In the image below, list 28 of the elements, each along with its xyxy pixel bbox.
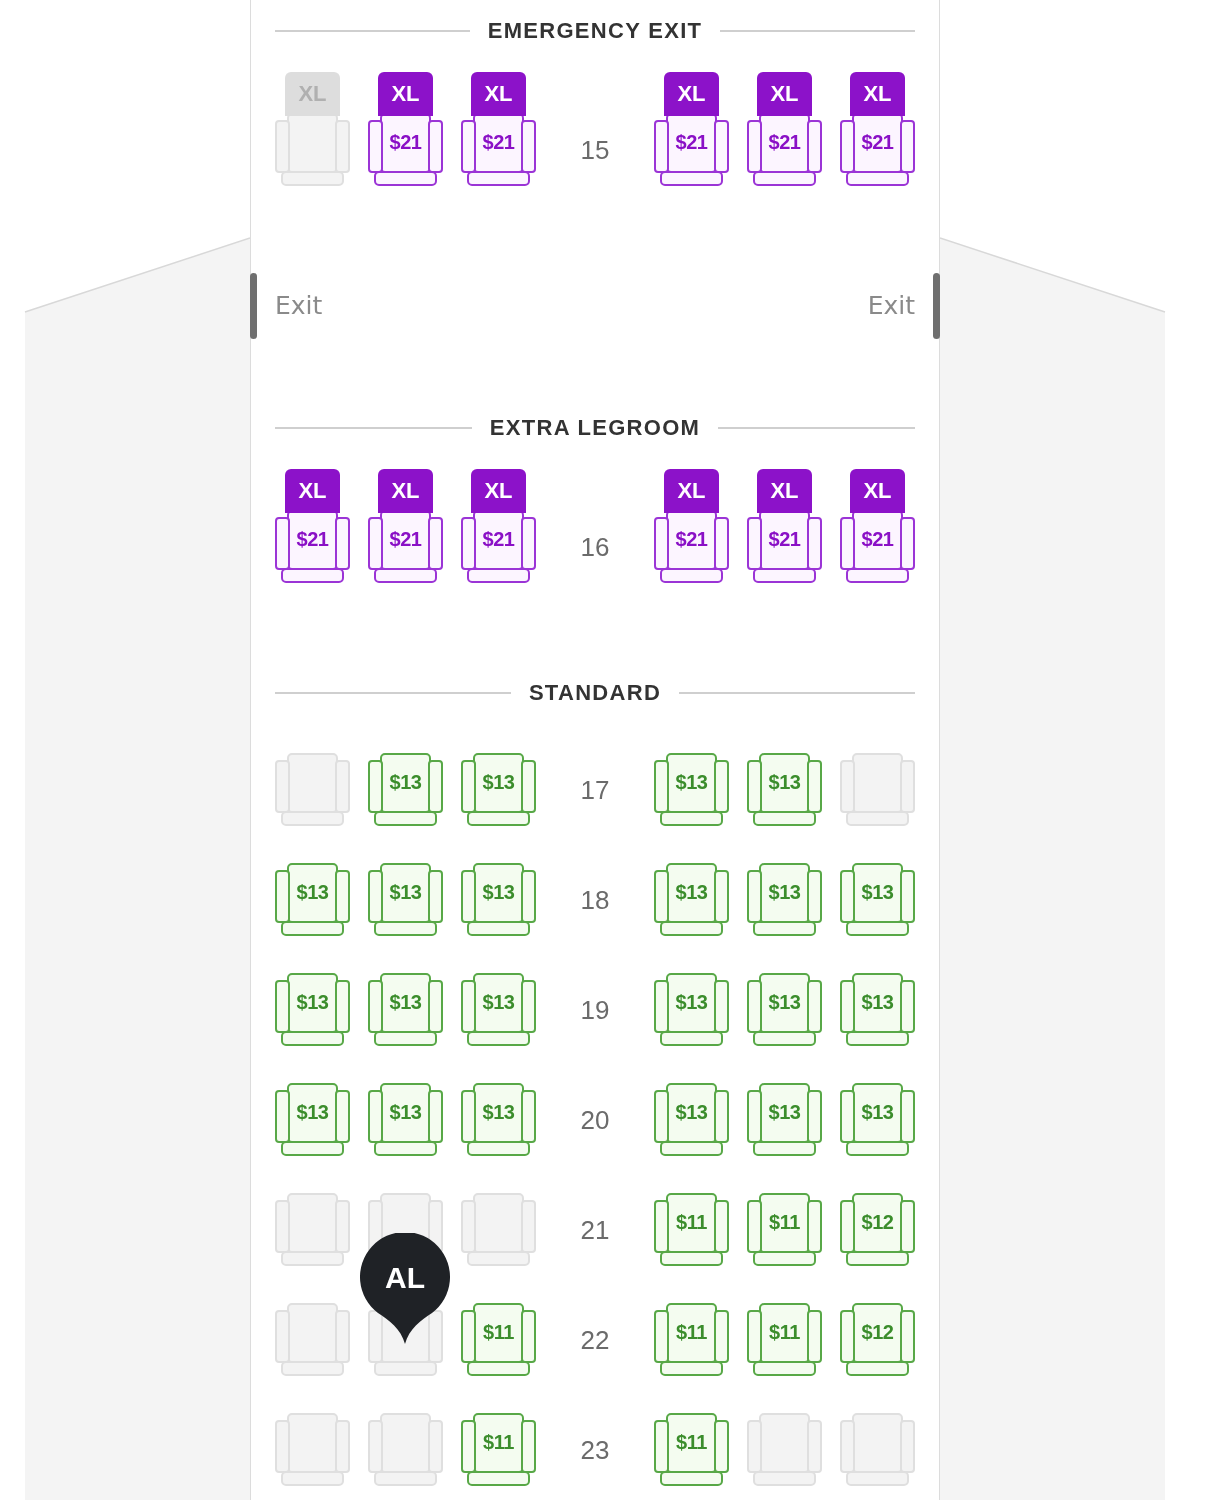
row-number: 19 bbox=[580, 994, 610, 1025]
row-number: 18 bbox=[580, 884, 610, 915]
door-marker-icon bbox=[250, 273, 257, 339]
row-number: 16 bbox=[580, 531, 610, 562]
seat-button[interactable]: XL $21 bbox=[654, 72, 729, 186]
row-number: 17 bbox=[580, 774, 610, 805]
seat-button[interactable]: XL $21 bbox=[368, 469, 443, 583]
seat-button[interactable]: XL $21 bbox=[368, 72, 443, 186]
row-number: 21 bbox=[580, 1214, 610, 1245]
seat-button[interactable]: XL $21 bbox=[654, 469, 729, 583]
seat-button[interactable]: XL $21 bbox=[461, 469, 536, 583]
passenger-pin-tooltip: AL bbox=[360, 1233, 450, 1344]
row-number: 23 bbox=[580, 1434, 610, 1465]
section-title: STANDARD bbox=[528, 679, 662, 707]
row-number: 15 bbox=[580, 134, 610, 165]
seat-button[interactable]: XL $21 bbox=[747, 72, 822, 186]
row-number: 22 bbox=[580, 1324, 610, 1355]
door-marker-icon bbox=[933, 273, 940, 339]
seat-button[interactable]: XL $21 bbox=[840, 469, 915, 583]
exit-label: Exit bbox=[275, 291, 323, 321]
seat-button[interactable]: XL $21 bbox=[840, 72, 915, 186]
section-title: EXTRA LEGROOM bbox=[489, 414, 701, 442]
seat-button[interactable]: XL $21 bbox=[275, 469, 350, 583]
exit-label: Exit bbox=[867, 291, 915, 321]
row-number: 20 bbox=[580, 1104, 610, 1135]
section-title: EMERGENCY EXIT bbox=[487, 17, 703, 45]
seat-button[interactable]: XL $21 bbox=[747, 469, 822, 583]
seat-button[interactable]: XL $21 bbox=[461, 72, 536, 186]
